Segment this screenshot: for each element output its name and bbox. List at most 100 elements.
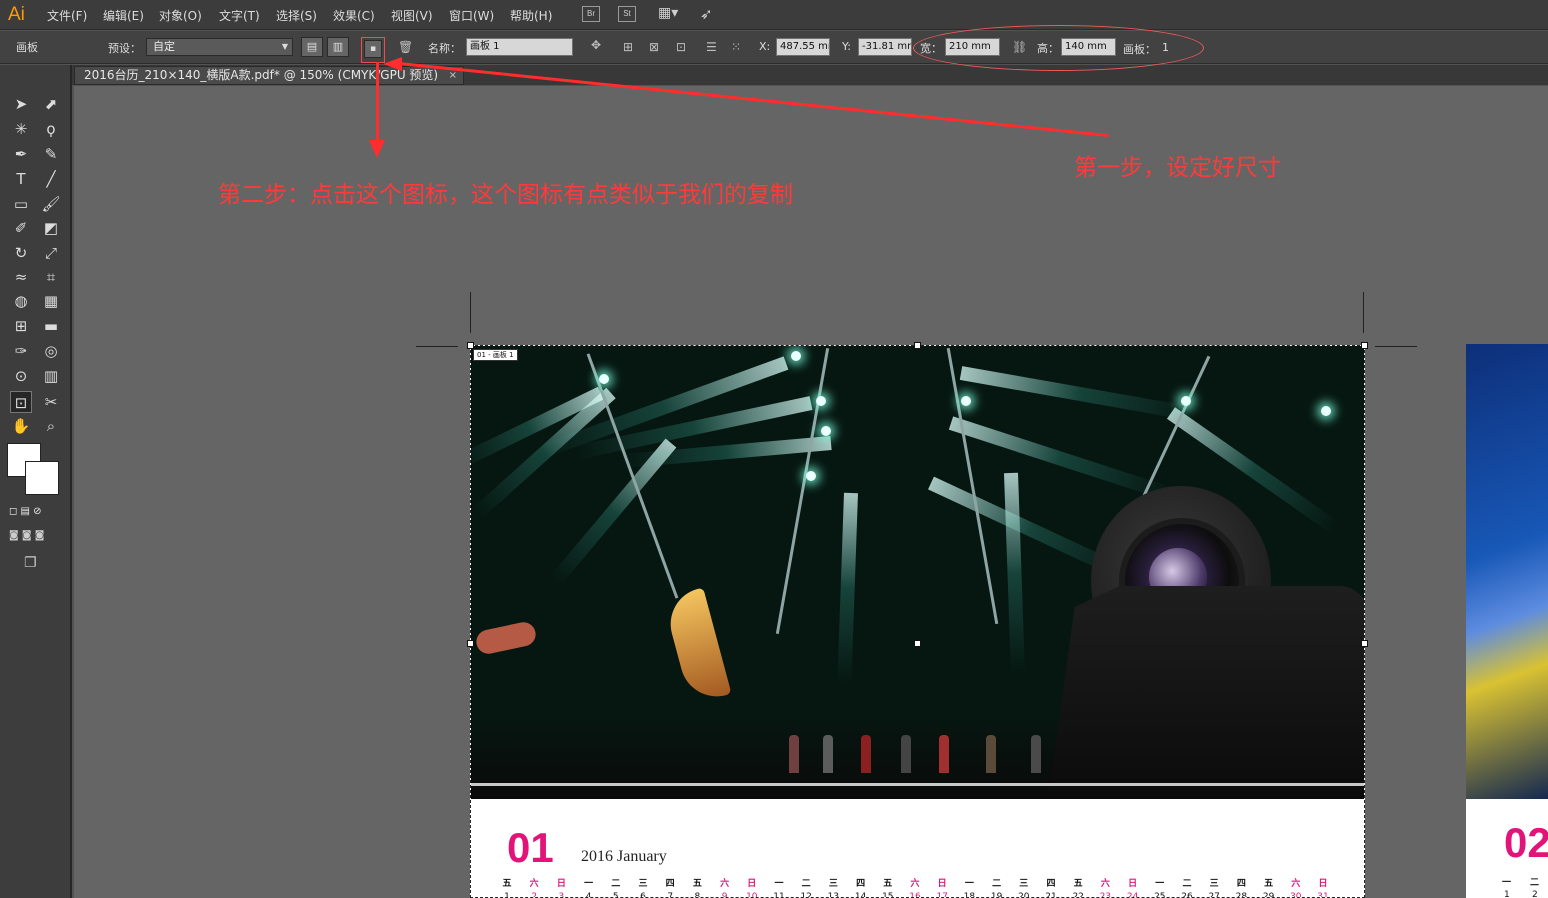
illustrator-logo: Ai [8, 4, 25, 25]
selection-handle[interactable] [467, 640, 474, 647]
stock-button[interactable]: St [618, 6, 636, 22]
date-label: 10 [746, 892, 758, 898]
mesh-tool-icon[interactable]: ⊞ [10, 315, 32, 337]
menu-file[interactable]: 文件(F) [47, 7, 87, 24]
slice-tool-icon[interactable]: ✂ [40, 391, 62, 413]
bridge-button[interactable]: Br [582, 6, 600, 22]
spotlight [816, 396, 826, 406]
y-field[interactable]: -31.81 mm [858, 38, 912, 56]
menu-edit[interactable]: 编辑(E) [103, 7, 144, 24]
performer [823, 735, 833, 773]
type-tool-icon[interactable]: T [10, 168, 32, 190]
column-graph-tool-icon[interactable]: ▥ [40, 365, 62, 387]
menu-effect[interactable]: 效果(C) [333, 7, 375, 24]
menu-view[interactable]: 视图(V) [391, 7, 433, 24]
date-label: 12 [800, 892, 812, 898]
selection-handle[interactable] [914, 640, 921, 647]
illustrator-window: Ai 文件(F) 编辑(E) 对象(O) 文字(T) 选择(S) 效果(C) 视… [0, 0, 1548, 898]
artboard-tool-icon[interactable]: ⊡ [10, 391, 32, 413]
weekday-label: 五 [1264, 879, 1274, 889]
artboard-options-icon[interactable]: ☰ [706, 40, 717, 54]
weekday-label: 日 [747, 879, 757, 889]
gradient-tool-icon[interactable]: ▬ [40, 315, 62, 337]
screen-mode-icon[interactable]: ❐ [24, 555, 37, 571]
rotate-tool-icon[interactable]: ↻ [10, 242, 32, 264]
date-label: 14 [854, 892, 867, 898]
document-tab[interactable]: 2016台历_210×140_横版A款.pdf* @ 150% (CMYK/GP… [74, 66, 464, 85]
selection-tool-icon[interactable]: ➤ [10, 93, 32, 115]
landscape-button[interactable]: ▥ [327, 37, 349, 57]
rocket-icon[interactable]: ➶ [700, 5, 713, 23]
preset-label: 预设： [108, 42, 141, 55]
date-label: 22 [1072, 892, 1084, 898]
menu-window[interactable]: 窗口(W) [449, 7, 494, 24]
blob-brush-tool-icon[interactable]: ✐ [10, 217, 32, 239]
weekday-label: 二 [1182, 879, 1192, 889]
hand-tool-icon[interactable]: ✋ [10, 415, 32, 437]
date-label: 30 [1290, 892, 1302, 898]
red-stage-prop [474, 620, 538, 656]
free-transform-tool-icon[interactable]: ⌗ [40, 266, 62, 288]
width-tool-icon[interactable]: ≈ [10, 266, 32, 288]
menu-select[interactable]: 选择(S) [276, 7, 317, 24]
menu-help[interactable]: 帮助(H) [510, 7, 552, 24]
weekday-label: 五 [692, 879, 702, 889]
eyedropper-tool-icon[interactable]: ✑ [10, 340, 32, 362]
selection-handle[interactable] [1361, 342, 1368, 349]
magic-wand-tool-icon[interactable]: ✳ [10, 118, 32, 140]
show-cross-hairs-icon[interactable]: ⊠ [649, 40, 659, 54]
date-label: 24 [1126, 892, 1139, 898]
date-label: 28 [1235, 892, 1248, 898]
workspace-switcher-icon[interactable]: ▦▾ [658, 6, 684, 22]
weekday-label: 三 [1209, 879, 1219, 889]
weekday-label: 四 [856, 879, 866, 889]
show-safe-areas-icon[interactable]: ⊡ [676, 40, 686, 54]
reference-point-icon[interactable]: ⁙ [731, 40, 741, 54]
date-label: 9 [721, 892, 728, 898]
shape-builder-tool-icon[interactable]: ◍ [10, 290, 32, 312]
line-tool-icon[interactable]: ╱ [40, 168, 62, 190]
truss [775, 347, 830, 635]
pen-tool-icon[interactable]: ✒ [10, 143, 32, 165]
performer [901, 735, 911, 773]
artboard-01[interactable]: 01 - 画板 1 01 2016 January 五 六 日 一 二 三 四 五 六 日 一 二 三 四… [470, 345, 1365, 898]
scale-tool-icon[interactable]: ⤢ [40, 242, 62, 264]
lasso-tool-icon[interactable]: ϙ [40, 118, 62, 140]
paintbrush-tool-icon[interactable]: 🖌 [40, 193, 62, 215]
eraser-tool-icon[interactable]: ◩ [40, 217, 62, 239]
annotation-arrowhead [383, 57, 402, 71]
artboard-02[interactable]: 02 一 二 1 2 [1466, 344, 1548, 898]
selection-handle[interactable] [467, 342, 474, 349]
direct-selection-tool-icon[interactable]: ⬈ [40, 93, 62, 115]
curvature-tool-icon[interactable]: ✎ [40, 143, 62, 165]
menu-type[interactable]: 文字(T) [219, 7, 260, 24]
selection-handle[interactable] [914, 342, 921, 349]
stroke-swatch[interactable] [25, 461, 59, 495]
menu-object[interactable]: 对象(O) [159, 7, 202, 24]
spotlight [791, 351, 801, 361]
show-center-mark-icon[interactable]: ⊞ [623, 40, 633, 54]
artboard-name-tag: 01 - 画板 1 [473, 349, 518, 361]
zoom-tool-icon[interactable]: ⌕ [40, 415, 62, 437]
date-label: 8 [694, 892, 701, 898]
annotation-ellipse [913, 25, 1204, 71]
weekday-label: 三 [828, 879, 838, 889]
perspective-grid-tool-icon[interactable]: ▦ [40, 290, 62, 312]
preset-dropdown[interactable]: 自定 ▼ [146, 38, 293, 56]
symbol-sprayer-tool-icon[interactable]: ⊙ [10, 365, 32, 387]
next-weekday: 一 [1502, 878, 1512, 888]
draw-mode-row[interactable]: ◙ ◙ ◙ [9, 530, 65, 545]
rectangle-tool-icon[interactable]: ▭ [10, 193, 32, 215]
delete-artboard-icon[interactable]: 🗑 [398, 40, 413, 54]
annotation-arrowhead [369, 140, 385, 158]
tools-panel: ➤ ⬈ ✳ ϙ ✒ ✎ T ╱ ▭ 🖌 ✐ ◩ ↻ ⤢ ≈ ⌗ ◍ ▦ ⊞ ▬ … [0, 65, 72, 898]
move-with-artwork-icon[interactable]: ✥ [591, 38, 601, 52]
portrait-button[interactable]: ▤ [301, 37, 323, 57]
selection-handle[interactable] [1361, 640, 1368, 647]
artboard-name-field[interactable]: 画板 1 [466, 38, 573, 56]
color-mode-row[interactable]: ◻ ▤ ⊘ [9, 506, 65, 521]
x-field[interactable]: 487.55 mm [776, 38, 830, 56]
performer [1031, 735, 1041, 773]
blend-tool-icon[interactable]: ◎ [40, 340, 62, 362]
y-label: Y: [842, 40, 851, 53]
